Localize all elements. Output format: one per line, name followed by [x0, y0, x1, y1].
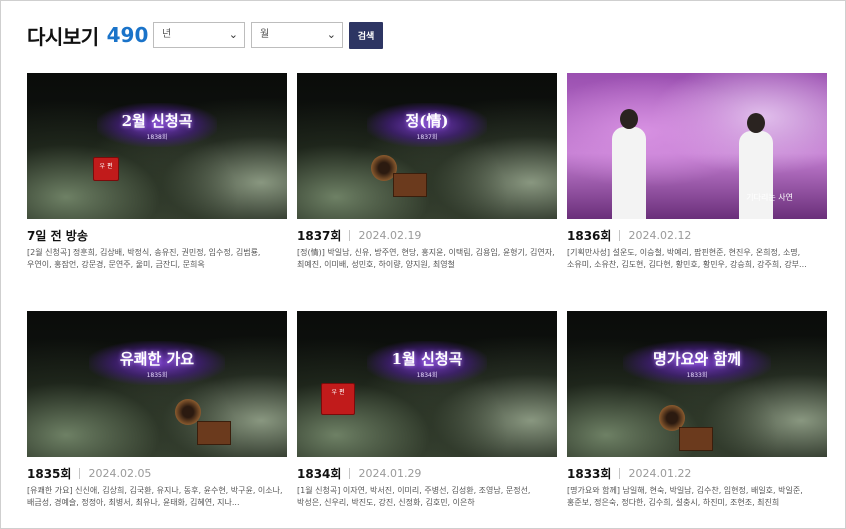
episode-date: 2024.01.22	[628, 466, 692, 480]
episode-thumbnail[interactable]: 명가요와 함께 1833회	[567, 311, 827, 457]
chevron-down-icon: ⌄	[228, 28, 238, 41]
episode-thumbnail[interactable]: 유쾌한 가요 1835회	[27, 311, 287, 457]
episode-count: 490	[106, 23, 149, 47]
gramophone-icon	[679, 427, 713, 451]
episode-description[interactable]: [1월 신청곡] 이자연, 박서진, 이미리, 주병선, 김성환, 조영남, 문…	[297, 485, 557, 509]
thumbnail-banner: 유쾌한 가요 1835회	[89, 341, 225, 385]
thumbnail-title: 정(情)	[405, 111, 449, 130]
episode-number: 1837회	[297, 228, 342, 243]
thumbnail-title: 유쾌한 가요	[119, 349, 195, 368]
thumbnail-banner: 2월 신청곡 1838회	[97, 103, 217, 147]
episode-date: 2024.01.29	[358, 466, 422, 480]
episode-card[interactable]: 유쾌한 가요 1835회 1835회 2024.02.05 [유쾌한 가요] 신…	[27, 311, 287, 509]
episode-card[interactable]: 1월 신청곡 1834회 우 편 1834회 2024.01.29 [1월 신청…	[297, 311, 557, 509]
search-button[interactable]: 검색	[349, 22, 383, 49]
episode-thumbnail[interactable]: 1월 신청곡 1834회 우 편	[297, 311, 557, 457]
thumbnail-subtitle: 1833회	[686, 371, 708, 379]
episode-date: 2024.02.19	[358, 228, 422, 242]
thumbnail-subtitle: 1838회	[146, 133, 168, 141]
page-title: 다시보기	[27, 24, 99, 49]
mailbox-icon: 우 편	[321, 383, 355, 415]
meta-divider	[619, 467, 621, 479]
episode-date: 2024.02.12	[628, 228, 692, 242]
episode-number: 1833회	[567, 466, 612, 481]
singer-figure	[739, 113, 773, 219]
episode-meta: 1837회 2024.02.19	[297, 228, 557, 243]
episode-thumbnail[interactable]: 2월 신청곡 1838회 우 편	[27, 73, 287, 219]
year-select[interactable]: 년 ⌄	[153, 22, 245, 48]
episode-meta: 1835회 2024.02.05	[27, 466, 287, 481]
episode-description[interactable]: [유쾌한 가요] 신신애, 김상희, 김국환, 유지나, 동후, 윤수현, 박구…	[27, 485, 287, 509]
thumbnail-title: 명가요와 함께	[652, 349, 742, 368]
episode-date: 2024.02.05	[88, 466, 152, 480]
episode-meta: 1833회 2024.01.22	[567, 466, 827, 481]
episode-number: 1834회	[297, 466, 342, 481]
mailbox-icon: 우 편	[93, 157, 119, 181]
thumbnail-banner: 정(情) 1837회	[367, 103, 487, 147]
episode-description[interactable]: [정(情)] 박일남, 신유, 방주연, 현당, 홍지윤, 이택림, 김용임, …	[297, 247, 557, 271]
meta-divider	[349, 467, 351, 479]
gramophone-icon	[197, 421, 231, 445]
meta-divider	[79, 467, 81, 479]
thumbnail-title: 2월 신청곡	[121, 111, 193, 130]
episode-card[interactable]: 기다리는 사연 1836회 2024.02.12 [기획만사성] 설운도, 이승…	[567, 73, 827, 271]
episode-meta: 1836회 2024.02.12	[567, 228, 827, 243]
year-select-value: 년	[162, 29, 172, 40]
thumbnail-subtitle: 1834회	[416, 371, 438, 379]
gramophone-icon	[393, 173, 427, 197]
episode-card[interactable]: 명가요와 함께 1833회 1833회 2024.01.22 [명가요와 함께]…	[567, 311, 827, 509]
episode-number: 1836회	[567, 228, 612, 243]
page-header: 다시보기 490	[27, 20, 148, 50]
episode-number: 1835회	[27, 466, 72, 481]
episode-card[interactable]: 2월 신청곡 1838회 우 편 7일 전 방송 [2월 신청곡] 정훈희, 김…	[27, 73, 287, 271]
thumbnail-banner: 명가요와 함께 1833회	[623, 341, 771, 385]
episode-meta: 1834회 2024.01.29	[297, 466, 557, 481]
month-select-value: 월	[260, 29, 270, 40]
episode-description[interactable]: [기획만사성] 설운도, 이승철, 박예리, 팝핀현준, 현진우, 온희정, 소…	[567, 247, 827, 271]
month-select[interactable]: 월 ⌄	[251, 22, 343, 48]
episode-meta: 7일 전 방송	[27, 228, 287, 243]
meta-divider	[619, 229, 621, 241]
thumbnail-subtitle: 1837회	[416, 133, 438, 141]
episode-number: 7일 전 방송	[27, 228, 88, 243]
meta-divider	[349, 229, 351, 241]
chevron-down-icon: ⌄	[326, 28, 336, 41]
thumbnail-subtitle: 1835회	[146, 371, 168, 379]
thumbnail-banner: 1월 신청곡 1834회	[367, 341, 487, 385]
thumbnail-title: 1월 신청곡	[391, 349, 463, 368]
episode-thumbnail[interactable]: 정(情) 1837회	[297, 73, 557, 219]
episode-card[interactable]: 정(情) 1837회 1837회 2024.02.19 [정(情)] 박일남, …	[297, 73, 557, 271]
thumbnail-caption: 기다리는 사연	[746, 193, 793, 202]
episode-description[interactable]: [명가요와 함께] 남일해, 현숙, 박일남, 김수찬, 임현정, 배일호, 박…	[567, 485, 827, 509]
singer-figure	[612, 109, 646, 219]
episode-description[interactable]: [2월 신청곡] 정훈희, 김상배, 박정식, 송유진, 권민정, 임수정, 김…	[27, 247, 287, 271]
episode-thumbnail[interactable]: 기다리는 사연	[567, 73, 827, 219]
